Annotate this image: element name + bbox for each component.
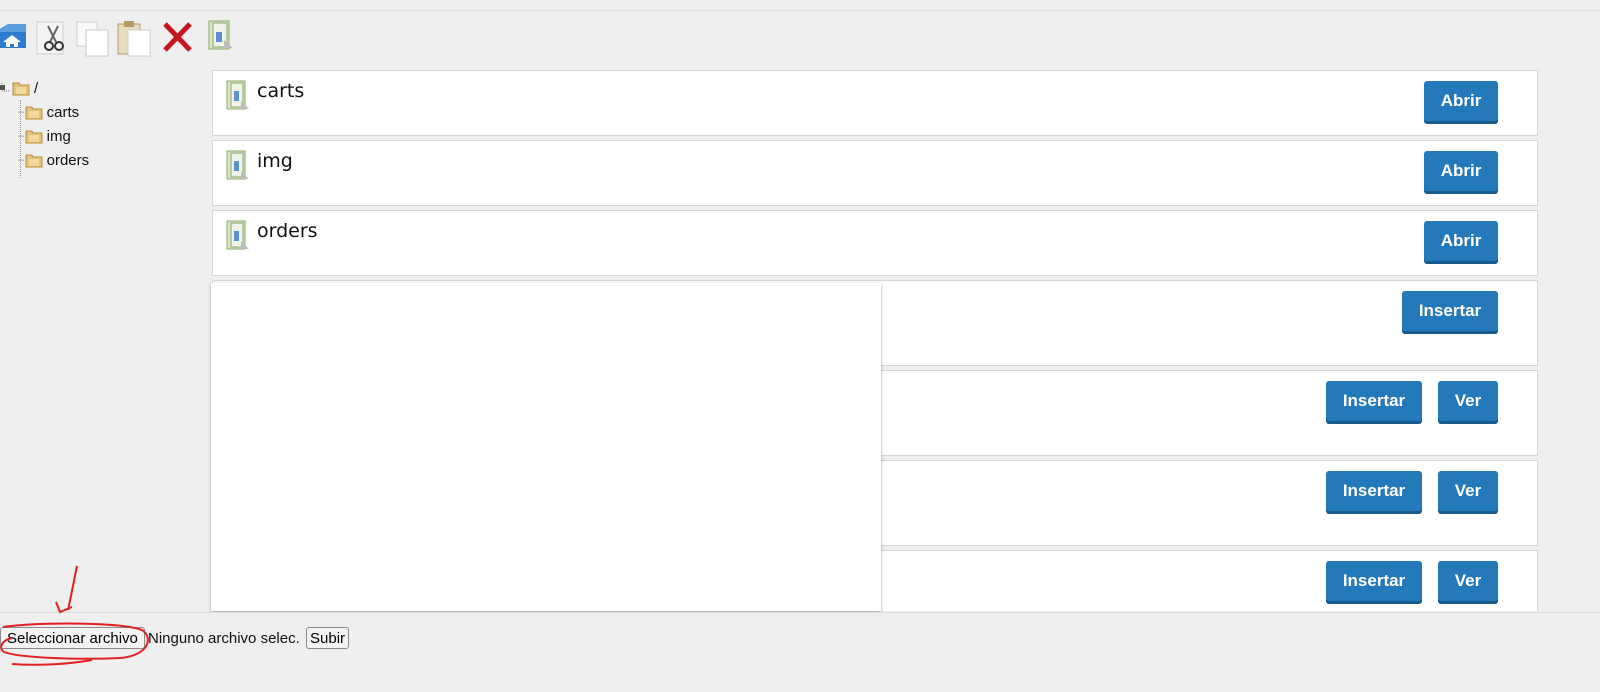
tree-item-carts[interactable]: ╌ carts	[18, 102, 79, 122]
folder-icon	[25, 106, 43, 120]
folder-card-orders: orders Abrir	[212, 210, 1538, 276]
upload-submit-button[interactable]: Subir	[306, 627, 350, 649]
open-button[interactable]: Abrir	[1424, 81, 1498, 121]
home-icon[interactable]	[0, 18, 32, 54]
tree-root-label: /	[34, 79, 39, 97]
tree-item-orders[interactable]: ╌ orders	[18, 150, 89, 170]
choose-file-button[interactable]: Seleccionar archivo	[0, 627, 145, 649]
open-button[interactable]: Abrir	[1424, 151, 1498, 191]
tree-item-img[interactable]: ╌ img	[18, 126, 71, 146]
tree-root[interactable]: /	[0, 78, 38, 98]
tree-branch-icon: ╌	[18, 130, 25, 143]
view-button[interactable]: Ver	[1438, 471, 1498, 511]
insert-button[interactable]: Insertar	[1402, 291, 1498, 331]
open-button[interactable]: Abrir	[1424, 221, 1498, 261]
toolbar	[0, 16, 1600, 60]
view-button[interactable]: Ver	[1438, 561, 1498, 601]
top-divider	[0, 10, 1600, 11]
insert-button[interactable]: Insertar	[1326, 561, 1422, 601]
paste-icon[interactable]	[116, 18, 152, 57]
tree-item-label: carts	[46, 103, 80, 121]
folder-name: orders	[257, 220, 318, 242]
delete-icon[interactable]	[160, 18, 196, 54]
new-folder-icon[interactable]	[206, 18, 242, 54]
folder-name: img	[257, 150, 293, 172]
folder-icon	[12, 82, 30, 96]
tree-branch-icon: ╌	[18, 154, 25, 167]
tree-expander-icon[interactable]	[0, 81, 12, 95]
upload-bar: Seleccionar archivo Ninguno archivo sele…	[0, 612, 1600, 692]
folder-card-carts: carts Abrir	[212, 70, 1538, 136]
copy-icon[interactable]	[74, 18, 110, 57]
view-button[interactable]: Ver	[1438, 381, 1498, 421]
folder-name: carts	[257, 80, 305, 102]
folder-file-icon	[226, 220, 249, 250]
preview-panel	[211, 283, 881, 611]
tree-item-label: img	[46, 127, 71, 145]
tree-branch-icon: ╌	[18, 106, 25, 119]
no-file-text: Ninguno archivo selec.	[148, 630, 300, 647]
folder-icon	[25, 130, 43, 144]
folder-file-icon	[226, 80, 249, 110]
folder-tree: / ╌ carts ╌ img ╌ orders	[0, 78, 205, 598]
folder-card-img: img Abrir	[212, 140, 1538, 206]
cut-icon[interactable]	[34, 18, 70, 55]
tree-item-label: orders	[46, 151, 90, 169]
insert-button[interactable]: Insertar	[1326, 381, 1422, 421]
folder-icon	[25, 154, 43, 168]
folder-file-icon	[226, 150, 249, 180]
insert-button[interactable]: Insertar	[1326, 471, 1422, 511]
